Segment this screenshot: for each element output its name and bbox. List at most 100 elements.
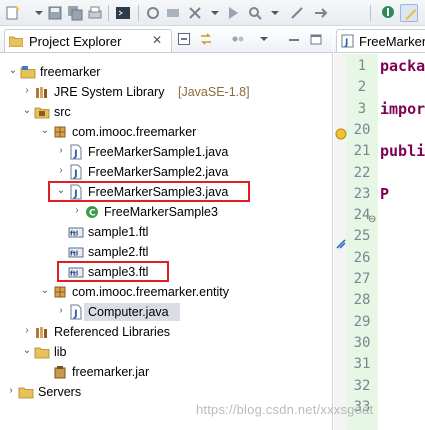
forward-icon[interactable] [312,4,330,22]
java-file-icon: J [68,164,84,180]
tree-item[interactable]: › J FreeMarkerSample2.java [0,162,333,182]
code-line[interactable]: publi [380,143,425,159]
expanded-twisty-icon[interactable]: ⌄ [22,105,32,117]
save-icon[interactable] [46,4,64,22]
line-number: 21 [353,143,371,160]
tab-label: Project Explorer [29,34,122,49]
tree-item[interactable]: ⌄ com.imooc.freemarker [0,122,333,142]
dropdown-arrow-icon[interactable] [206,4,224,22]
code-line[interactable]: P [380,186,389,202]
tree-item-label: com.imooc.freemarker.entity [72,285,229,299]
tree-item[interactable]: › C FreeMarkerSample3 [0,202,333,222]
code-line[interactable]: packa [380,58,425,74]
package-icon [52,124,68,140]
collapsed-twisty-icon[interactable]: › [22,325,32,337]
run-icon[interactable] [224,4,242,22]
tree-item[interactable]: freemarker.jar [0,362,333,382]
tree-item[interactable]: › J FreeMarkerSample1.java [0,142,333,162]
watermark: https://blog.csdn.net/xxxsgoat [196,402,374,417]
override-marker-icon [335,238,347,253]
collapsed-twisty-icon[interactable]: › [22,85,32,97]
tree-item-label: FreeMarkerSample2.java [88,165,229,179]
tree-item-label: Computer.java [88,305,169,319]
explorer-tab-bar: Project Explorer ✕ [0,26,333,53]
collapsed-twisty-icon[interactable]: › [56,145,66,157]
tree-item[interactable]: ⌄ src [0,102,333,122]
minimize-icon[interactable] [286,31,302,47]
highlight-box [48,181,250,202]
terminal-icon[interactable] [114,4,132,22]
tree-item[interactable]: › Servers [0,382,333,402]
close-icon[interactable]: ✕ [152,33,162,47]
link-with-editor-icon[interactable] [198,31,214,47]
tree-item[interactable]: ⌄ com.imooc.freemarker.entity [0,282,333,302]
debug-icon[interactable] [186,4,204,22]
maximize-icon[interactable] [308,31,324,47]
editor-tab-label: FreeMarker [359,34,425,49]
toggle-icon[interactable] [144,4,162,22]
save-all-icon[interactable] [66,4,84,22]
source-folder-icon [34,104,50,120]
tree-item[interactable]: ⌄ lib [0,342,333,362]
project-explorer-view: Project Explorer ✕ ⌄freemarker›JRE Sy [0,26,333,430]
print-icon[interactable] [86,4,104,22]
line-number: 31 [353,356,371,373]
tree-item[interactable]: › J Computer.java [0,302,333,322]
collapsed-twisty-icon[interactable]: › [72,205,82,217]
jar-icon [52,364,68,380]
search-icon[interactable] [246,4,264,22]
filter-icon[interactable] [230,31,246,47]
tree-item-label: FreeMarkerSample1.java [88,145,229,159]
line-number: 22 [353,164,371,181]
build-icon[interactable] [164,4,182,22]
project-icon [20,64,36,80]
fold-marker-icon[interactable]: ⊖ [368,214,376,225]
line-number: 20 [353,121,371,138]
line-number: 32 [353,377,371,394]
perspective-icon[interactable] [400,4,418,22]
expanded-twisty-icon[interactable]: ⌄ [22,345,32,357]
line-number: 3 [357,100,367,117]
tree-item[interactable]: ftl sample2.ftl [0,242,333,262]
expanded-twisty-icon[interactable]: ⌄ [40,125,50,137]
line-number: 25 [353,228,371,245]
open-type-icon[interactable] [288,4,306,22]
class-icon: C [84,204,100,220]
java-file-icon: J [68,304,84,320]
tree-item-decoration: [JavaSE-1.8] [178,85,250,99]
code-line[interactable]: impor [380,101,425,117]
folder-icon [18,384,34,400]
dropdown-arrow-icon[interactable] [266,4,284,22]
main-toolbar [0,0,425,26]
tree-item-label: sample1.ftl [88,225,149,239]
tree-item[interactable]: ⌄ freemarker [0,62,333,82]
java-perspective-icon[interactable] [380,4,398,22]
view-menu-icon[interactable] [256,31,272,47]
line-number: 1 [357,58,367,74]
tab-editor-file[interactable]: J FreeMarker [336,29,425,52]
new-wizard-icon[interactable] [4,4,22,22]
collapsed-twisty-icon[interactable]: › [56,165,66,177]
expanded-twisty-icon[interactable]: ⌄ [40,285,50,297]
tree-item[interactable]: › JRE System Library [JavaSE-1.8] [0,82,333,102]
tree-item[interactable]: › Referenced Libraries [0,322,333,342]
expanded-twisty-icon[interactable]: ⌄ [8,65,18,77]
collapsed-twisty-icon[interactable]: › [56,305,66,317]
collapse-all-icon[interactable] [176,31,192,47]
collapsed-twisty-icon[interactable]: › [6,385,16,397]
tree-item[interactable]: ftl sample1.ftl [0,222,333,242]
tree-item-label: Servers [38,385,82,399]
svg-text:J: J [73,169,78,180]
tab-project-explorer[interactable]: Project Explorer ✕ [4,29,172,52]
highlight-box [57,261,169,282]
svg-text:J: J [73,309,78,320]
tree-item-label: freemarker [40,65,101,79]
library-icon [34,324,50,340]
folder-icon [8,35,24,48]
line-number: 30 [353,334,371,351]
tree-item-label: Referenced Libraries [54,325,171,339]
line-number: 27 [353,271,371,287]
tree-item-label: JRE System Library [54,85,165,99]
